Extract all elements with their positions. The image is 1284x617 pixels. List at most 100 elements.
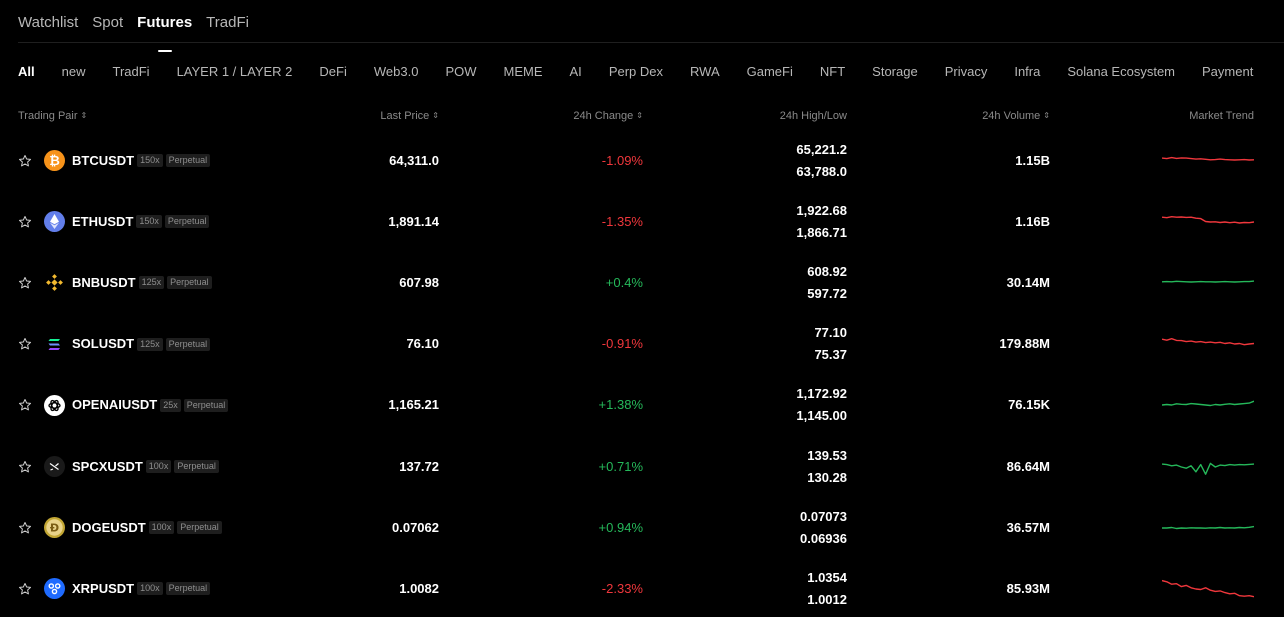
category-layer-1-layer-2[interactable]: LAYER 1 / LAYER 2 <box>177 64 293 80</box>
category-tradfi[interactable]: TradFi <box>112 64 149 80</box>
table-row[interactable]: SPCXUSDT 100x Perpetual 137.72 +0.71% 13… <box>0 436 1284 497</box>
tab-spot[interactable]: Spot <box>92 13 123 43</box>
trading-pair[interactable]: OPENAIUSDT 25x Perpetual <box>72 397 229 413</box>
favorite-star-icon[interactable] <box>18 215 34 231</box>
table-row[interactable]: ₿ BTCUSDT 150x Perpetual 64,311.0 -1.09%… <box>0 130 1284 191</box>
change-24h: -1.35% <box>601 213 643 229</box>
table-row[interactable]: SOLUSDT 125x Perpetual 76.10 -0.91% 77.1… <box>0 314 1284 375</box>
market-trend-sparkline <box>1162 215 1254 224</box>
last-price: 607.98 <box>399 274 439 290</box>
spacex-icon <box>44 456 65 478</box>
trading-pair[interactable]: XRPUSDT 100x Perpetual <box>72 581 211 597</box>
category-payment[interactable]: Payment <box>1202 64 1253 80</box>
trading-pair[interactable]: BNBUSDT 125x Perpetual <box>72 275 212 291</box>
contract-type-badge: Perpetual <box>174 460 219 474</box>
high-low-24h: 608.92 597.72 <box>807 261 847 305</box>
tab-watchlist[interactable]: Watchlist <box>18 13 78 43</box>
header-trading-pair[interactable]: Trading Pair ⇕ <box>18 109 87 123</box>
btc-icon: ₿ <box>44 150 65 172</box>
last-price: 0.07062 <box>392 519 439 535</box>
tab-tradfi[interactable]: TradFi <box>206 13 249 43</box>
leverage-badge: 100x <box>145 460 172 474</box>
tab-futures[interactable]: Futures <box>137 13 192 43</box>
openai-icon <box>44 394 65 416</box>
xrp-icon <box>44 578 65 600</box>
volume-24h: 1.16B <box>1015 213 1050 229</box>
category-storage[interactable]: Storage <box>872 64 918 80</box>
sort-icon: ⇕ <box>636 111 643 120</box>
favorite-star-icon[interactable] <box>18 521 34 537</box>
category-new[interactable]: new <box>62 64 86 80</box>
category-pow[interactable]: POW <box>445 64 476 80</box>
low-24h: 1,145.00 <box>796 408 847 424</box>
sort-icon: ⇕ <box>80 111 88 120</box>
category-gamefi[interactable]: GameFi <box>747 64 793 80</box>
low-24h: 1.0012 <box>807 591 847 607</box>
high-24h: 1.0354 <box>807 569 847 585</box>
category-privacy[interactable]: Privacy <box>945 64 988 80</box>
pair-symbol[interactable]: DOGEUSDT <box>72 520 146 536</box>
pair-symbol[interactable]: SPCXUSDT <box>72 459 143 475</box>
last-price: 76.10 <box>406 336 439 352</box>
trading-pair[interactable]: SOLUSDT 125x Perpetual <box>72 336 211 352</box>
category-defi[interactable]: DeFi <box>319 64 346 80</box>
table-row[interactable]: OPENAIUSDT 25x Perpetual 1,165.21 +1.38%… <box>0 375 1284 436</box>
favorite-star-icon[interactable] <box>18 460 34 476</box>
table-row[interactable]: Ð DOGEUSDT 100x Perpetual 0.07062 +0.94%… <box>0 497 1284 558</box>
leverage-badge: 150x <box>137 154 163 168</box>
table-row[interactable]: BNBUSDT 125x Perpetual 607.98 +0.4% 608.… <box>0 252 1284 313</box>
category-infra[interactable]: Infra <box>1014 64 1040 80</box>
contract-type-badge: Perpetual <box>183 398 229 412</box>
pair-symbol[interactable]: ETHUSDT <box>72 214 133 230</box>
category-filter-bar: All new TradFi LAYER 1 / LAYER 2 DeFi Web3.0 P… <box>18 64 1280 80</box>
favorite-star-icon[interactable] <box>18 582 34 598</box>
high-24h: 77.10 <box>814 325 847 341</box>
last-price: 64,311.0 <box>389 152 439 168</box>
category-web3-0[interactable]: Web3.0 <box>374 64 419 80</box>
change-24h: +0.4% <box>605 274 643 290</box>
header-24h-change[interactable]: 24h Change ⇕ <box>573 109 643 123</box>
trading-pair[interactable]: SPCXUSDT 100x Perpetual <box>72 459 219 475</box>
header-market-trend: Market Trend <box>1189 110 1254 122</box>
favorite-star-icon[interactable] <box>18 398 34 414</box>
category-rwa[interactable]: RWA <box>690 64 720 80</box>
category-solana-ecosystem[interactable]: Solana Ecosystem <box>1067 64 1175 80</box>
header-24h-volume[interactable]: 24h Volume ⇕ <box>982 109 1050 123</box>
category-meme[interactable]: MEME <box>504 64 543 80</box>
low-24h: 130.28 <box>807 469 847 485</box>
pair-symbol[interactable]: BTCUSDT <box>72 153 134 169</box>
contract-type-badge: Perpetual <box>165 337 211 351</box>
pair-symbol[interactable]: BNBUSDT <box>72 275 136 291</box>
category-perp-dex[interactable]: Perp Dex <box>609 64 663 80</box>
trading-pair[interactable]: DOGEUSDT 100x Perpetual <box>72 520 222 536</box>
trading-pair[interactable]: ETHUSDT 150x Perpetual <box>72 214 210 230</box>
leverage-badge: 25x <box>160 398 181 412</box>
svg-text:₿: ₿ <box>49 154 60 169</box>
table-row[interactable]: ETHUSDT 150x Perpetual 1,891.14 -1.35% 1… <box>0 191 1284 252</box>
high-24h: 1,922.68 <box>796 202 847 218</box>
favorite-star-icon[interactable] <box>18 337 34 353</box>
pair-symbol[interactable]: XRPUSDT <box>72 581 134 597</box>
volume-24h: 86.64M <box>1006 458 1050 474</box>
change-24h: +0.71% <box>598 458 643 474</box>
market-trend-sparkline <box>1162 280 1254 283</box>
category-all[interactable]: All <box>18 64 35 80</box>
trading-pair[interactable]: BTCUSDT 150x Perpetual <box>72 153 211 169</box>
change-24h: -1.09% <box>601 152 643 168</box>
favorite-star-icon[interactable] <box>18 276 34 292</box>
table-row[interactable]: XRPUSDT 100x Perpetual 1.0082 -2.33% 1.0… <box>0 558 1284 617</box>
market-trend-sparkline <box>1162 525 1254 529</box>
volume-24h: 36.57M <box>1006 519 1050 535</box>
pair-symbol[interactable]: OPENAIUSDT <box>72 397 157 413</box>
pair-symbol[interactable]: SOLUSDT <box>72 336 134 352</box>
category-ai[interactable]: AI <box>570 64 582 80</box>
high-24h: 0.07073 <box>800 508 847 524</box>
last-price: 1,891.14 <box>388 213 439 229</box>
volume-24h: 85.93M <box>1006 580 1050 596</box>
market-trend-sparkline <box>1162 338 1254 346</box>
category-nft[interactable]: NFT <box>820 64 845 80</box>
leverage-badge: 125x <box>138 276 165 290</box>
favorite-star-icon[interactable] <box>18 154 34 170</box>
header-last-price[interactable]: Last Price ⇕ <box>380 109 439 123</box>
high-low-24h: 139.53 130.28 <box>807 445 847 489</box>
